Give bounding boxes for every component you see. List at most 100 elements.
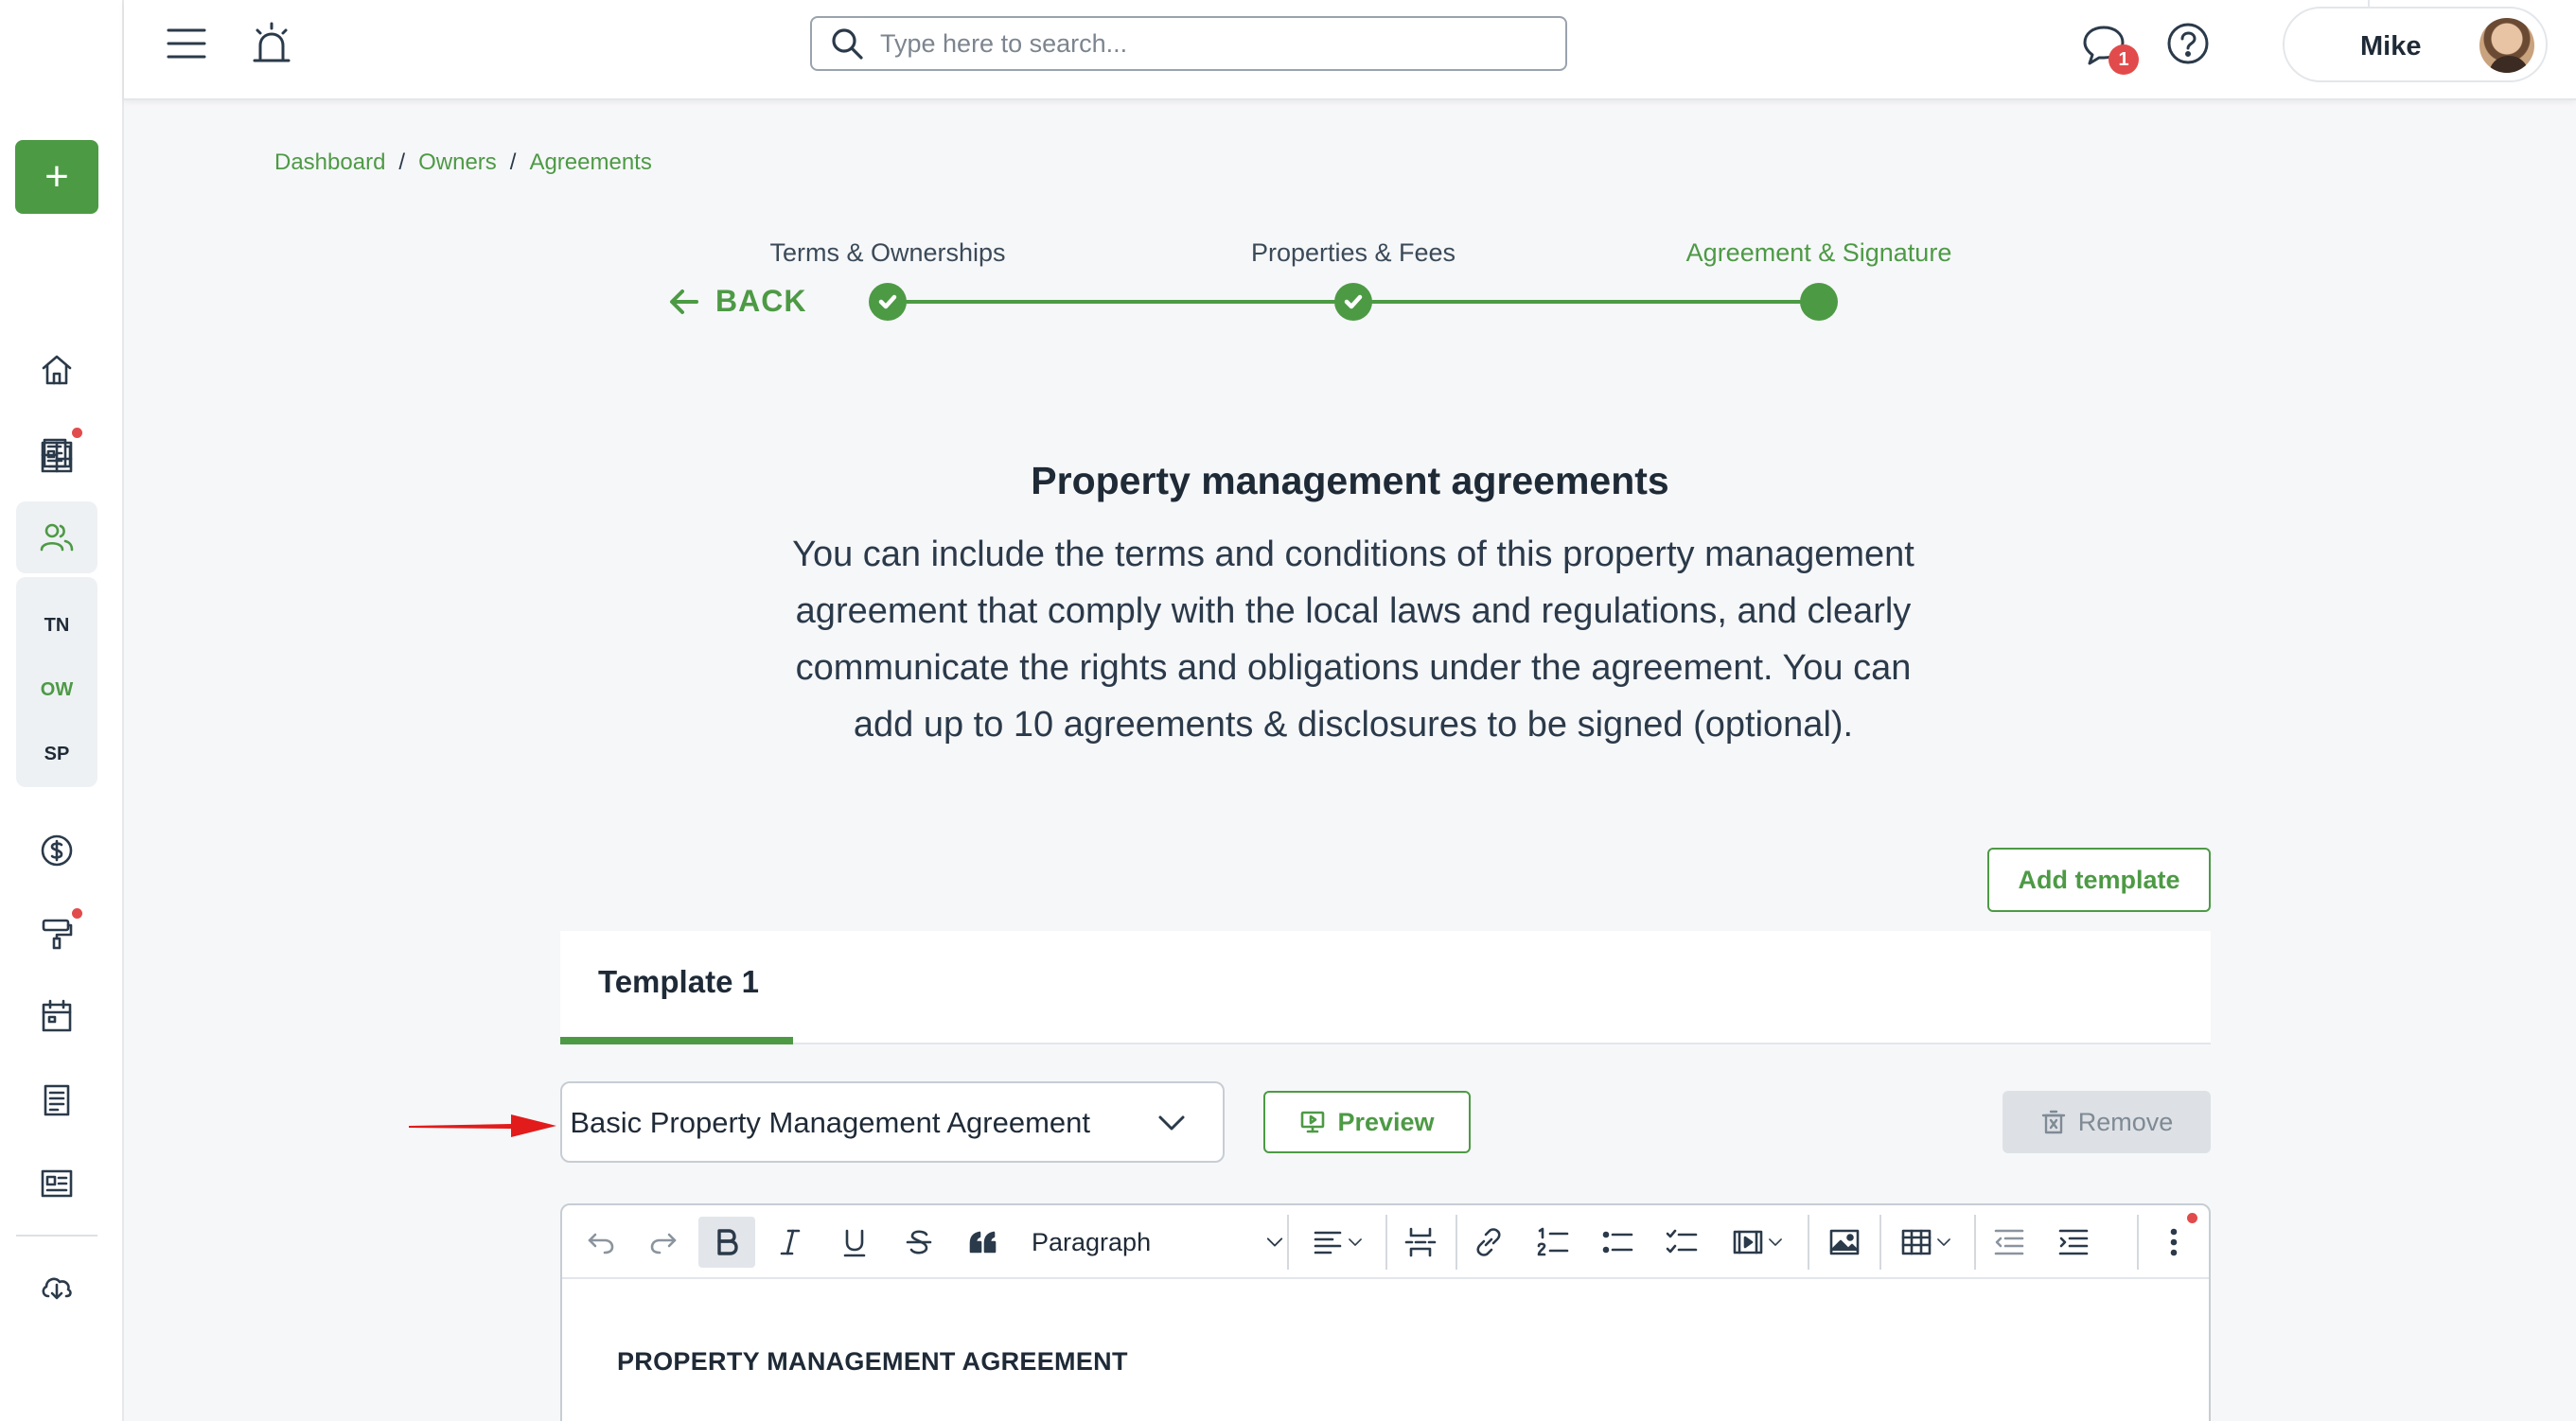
undo-button[interactable]	[575, 1217, 626, 1268]
arrow-left-icon	[670, 289, 698, 314]
toolbar-separator	[1974, 1215, 1976, 1270]
page-break-button[interactable]	[1395, 1217, 1446, 1268]
intro-line: add up to 10 agreements & disclosures to…	[853, 705, 1854, 745]
subnav-owners[interactable]: OW	[16, 679, 97, 701]
sidebar-item-listings[interactable]	[16, 416, 97, 488]
active-tab-indicator	[560, 1037, 793, 1044]
rich-text-editor[interactable]: Paragraph PROPERTY MANAGEMENT AGREEMENT	[560, 1203, 2211, 1421]
back-label: BACK	[715, 284, 807, 318]
sidebar-item-people[interactable]	[16, 501, 97, 573]
image-icon	[1829, 1229, 1860, 1255]
user-name: Mike	[2360, 31, 2422, 61]
undo-icon	[588, 1233, 614, 1254]
table-icon	[1901, 1229, 1932, 1255]
toolbar-separator	[1287, 1215, 1289, 1270]
sidebar-divider	[16, 1235, 97, 1237]
home-icon	[42, 355, 72, 385]
subnav-tenants[interactable]: TN	[16, 615, 97, 637]
step-connector	[1353, 300, 1819, 304]
user-menu-button[interactable]: Mike	[2283, 7, 2548, 82]
messages-badge: 1	[2108, 44, 2139, 75]
people-subnav: TN OW SP	[16, 577, 97, 787]
breadcrumb-dashboard[interactable]: Dashboard	[274, 149, 385, 176]
search-box[interactable]	[810, 16, 1567, 71]
menu-button[interactable]	[162, 25, 211, 62]
breadcrumb-agreements[interactable]: Agreements	[529, 149, 651, 176]
back-button[interactable]: BACK	[668, 284, 806, 319]
hamburger-menu-icon	[167, 28, 206, 59]
remove-button[interactable]: Remove	[2003, 1091, 2211, 1153]
check-icon	[1344, 294, 1363, 309]
more-options-notification-dot	[2187, 1213, 2197, 1223]
add-template-button[interactable]: Add template	[1987, 848, 2211, 912]
bullet-list-button[interactable]	[1592, 1217, 1643, 1268]
search-input[interactable]	[880, 28, 1524, 59]
link-button[interactable]	[1463, 1217, 1514, 1268]
intro-text: You can include the terms and conditions…	[748, 526, 1959, 753]
alerts-button[interactable]	[247, 19, 296, 68]
checklist-icon	[1666, 1229, 1698, 1254]
todo-list-button[interactable]	[1656, 1217, 1707, 1268]
alarm-siren-icon	[253, 22, 291, 62]
calendar-icon	[42, 999, 72, 1032]
subnav-service-pros[interactable]: SP	[16, 744, 97, 765]
sidebar-item-maintenance[interactable]	[16, 898, 97, 970]
sidebar-item-accounting[interactable]	[16, 815, 97, 886]
listings-icon	[43, 438, 72, 468]
insert-table-dropdown[interactable]	[1889, 1217, 1965, 1268]
link-icon	[1476, 1228, 1501, 1256]
bullet-list-icon	[1602, 1231, 1633, 1254]
redo-button[interactable]	[638, 1217, 689, 1268]
indent-button[interactable]	[2048, 1217, 2099, 1268]
intro-line: communicate the rights and obligations u…	[795, 648, 1912, 688]
add-new-button[interactable]: +	[15, 140, 98, 214]
template-select-value: Basic Property Management Agreement	[570, 1106, 1090, 1139]
editor-toolbar: Paragraph	[562, 1205, 2209, 1279]
step-dot-properties-complete[interactable]	[1334, 283, 1372, 321]
cloud-download-icon	[42, 1277, 72, 1300]
sidebar-item-home[interactable]	[16, 334, 97, 406]
step-dot-terms-complete[interactable]	[869, 283, 907, 321]
toolbar-separator	[1456, 1215, 1457, 1270]
red-arrow-annotation	[407, 1105, 558, 1151]
template-select[interactable]: Basic Property Management Agreement	[560, 1081, 1225, 1163]
more-options-button[interactable]	[2148, 1217, 2199, 1268]
italic-button[interactable]	[765, 1217, 816, 1268]
check-icon	[878, 294, 897, 309]
sidebar-item-calendar[interactable]	[16, 980, 97, 1052]
strikethrough-button[interactable]	[893, 1217, 944, 1268]
tab-template-1[interactable]: Template 1	[560, 931, 793, 1044]
preview-button[interactable]: Preview	[1263, 1091, 1471, 1153]
template-tabs: Template 1	[560, 931, 2211, 1044]
preview-label: Preview	[1337, 1107, 1435, 1136]
listings-notification-dot	[72, 428, 82, 438]
breadcrumb-owners[interactable]: Owners	[418, 149, 497, 176]
chevron-down-icon	[1266, 1237, 1283, 1247]
reports-icon	[41, 1169, 73, 1198]
dollar-icon	[41, 834, 73, 867]
insert-image-button[interactable]	[1819, 1217, 1870, 1268]
video-icon	[1733, 1230, 1763, 1254]
step-label-agreement: Agreement & Signature	[1685, 238, 1952, 267]
bold-button[interactable]	[698, 1217, 755, 1268]
chevron-down-icon	[1769, 1238, 1782, 1246]
numbered-list-icon	[1537, 1227, 1569, 1256]
redo-icon	[650, 1233, 677, 1254]
search-icon	[832, 28, 863, 60]
underline-button[interactable]	[829, 1217, 880, 1268]
alignment-dropdown[interactable]	[1300, 1217, 1376, 1268]
sidebar-item-reports[interactable]	[16, 1148, 97, 1219]
toolbar-separator	[1808, 1215, 1809, 1270]
bold-icon	[717, 1229, 738, 1255]
help-button[interactable]	[2163, 19, 2213, 68]
sidebar-item-documents[interactable]	[16, 1064, 97, 1136]
block-format-dropdown[interactable]: Paragraph	[1032, 1217, 1287, 1268]
blockquote-button[interactable]	[958, 1217, 1009, 1268]
media-embed-dropdown[interactable]	[1719, 1217, 1798, 1268]
outdent-button[interactable]	[1984, 1217, 2035, 1268]
sidebar-item-downloads[interactable]	[16, 1251, 97, 1323]
numbered-list-button[interactable]	[1527, 1217, 1579, 1268]
breadcrumb-separator: /	[398, 149, 406, 175]
document-title: PROPERTY MANAGEMENT AGREEMENT	[617, 1347, 1128, 1376]
block-format-value: Paragraph	[1032, 1227, 1152, 1256]
